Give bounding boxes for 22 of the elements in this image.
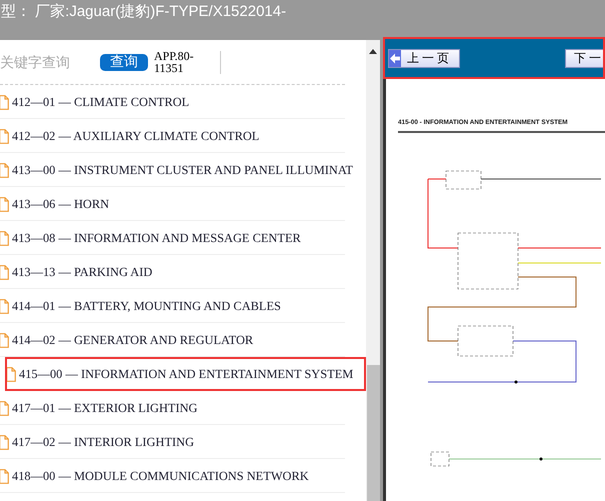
document-icon (0, 400, 9, 416)
document-icon (0, 434, 9, 450)
app-code: APP.80-11351 (154, 50, 195, 74)
document-icon (0, 298, 9, 314)
next-page-button[interactable]: 下一 (565, 48, 603, 68)
previous-page-button[interactable]: 上一页 (388, 48, 460, 68)
document-icon (0, 128, 9, 144)
scrollbar-thumb[interactable] (367, 365, 380, 501)
document-icon (0, 94, 9, 110)
scroll-up-icon[interactable] (369, 49, 377, 54)
document-icon (0, 196, 9, 212)
document-icon (0, 468, 9, 484)
window-title: 型： 厂家:Jaguar(捷豹)F-TYPE/X1522014- (1, 2, 286, 21)
list-item[interactable]: 415—00 — INFORMATION AND ENTERTAINMENT SYSTEM (5, 357, 366, 391)
search-field[interactable]: 关键字查询 (0, 54, 95, 70)
document-icon (0, 264, 9, 280)
scrollbar[interactable] (366, 40, 380, 501)
document-icon (7, 366, 16, 382)
document-icon (0, 332, 9, 348)
search-button[interactable]: 查询 (100, 54, 148, 70)
document-icon (0, 230, 9, 246)
document-icon (0, 162, 9, 178)
